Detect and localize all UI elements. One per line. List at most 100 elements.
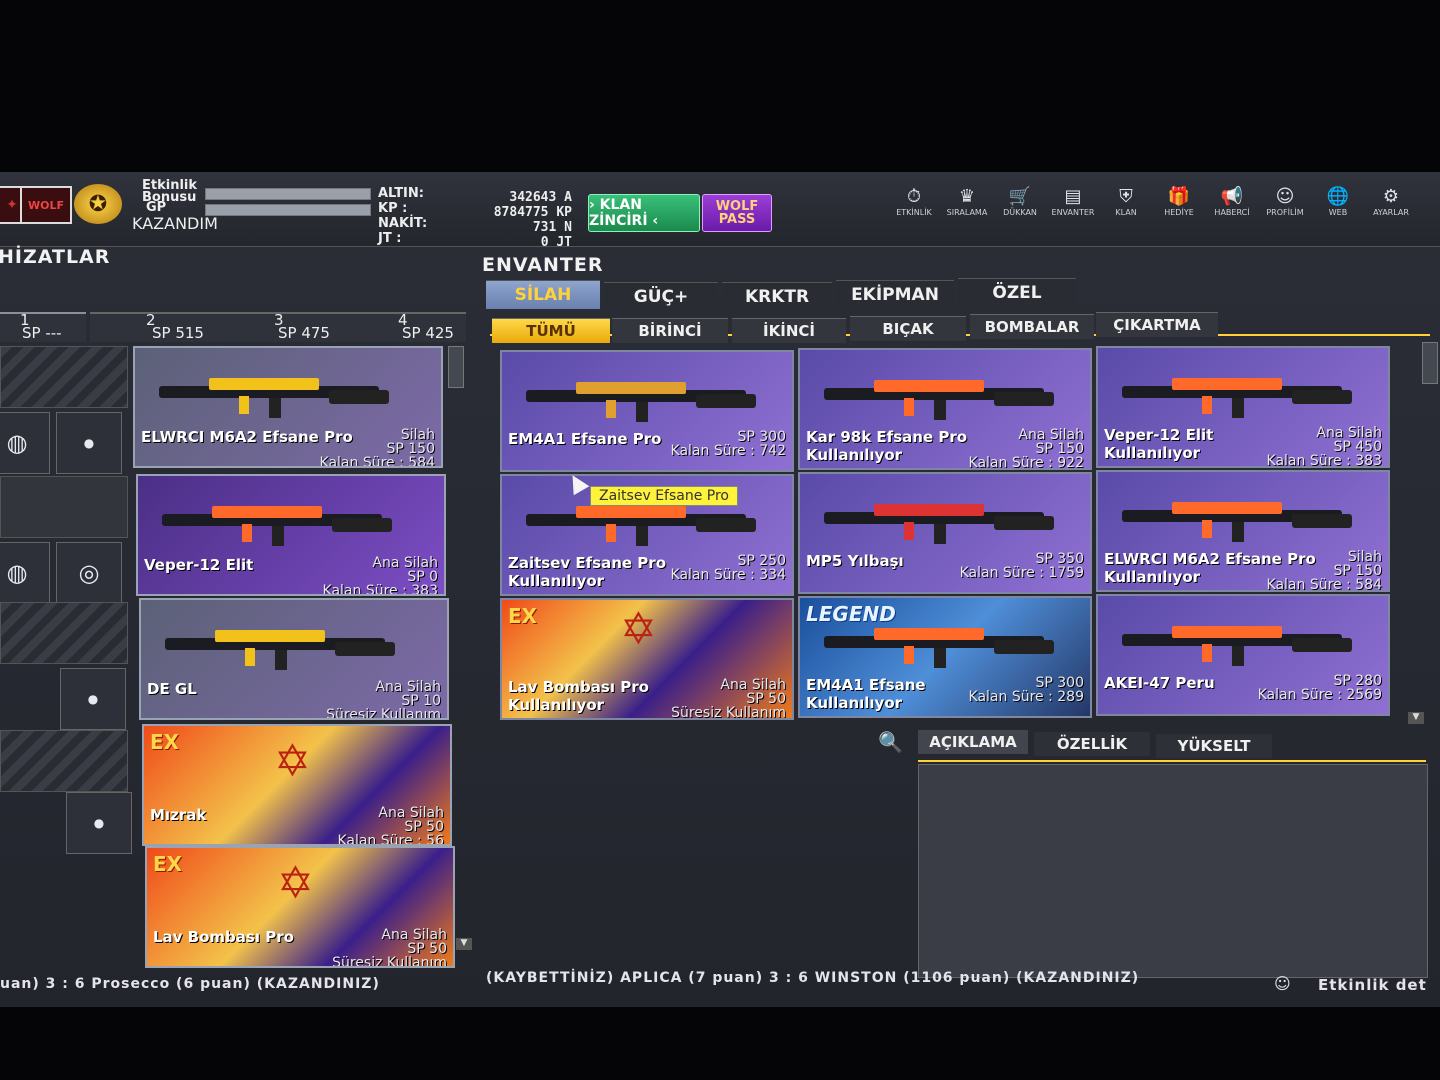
item-time: Kalan Süre : 56 — [337, 833, 444, 846]
inventory-item[interactable]: EM4A1 Efsane Pro SP 300 Kalan Süre : 742 — [500, 350, 794, 472]
ammo-icon[interactable]: ◍ — [0, 542, 50, 604]
tab-ekipman[interactable]: EKİPMAN — [836, 280, 954, 309]
ticker-left: uan) 3 : 6 Prosecco (6 puan) (KAZANDINIZ… — [0, 976, 380, 992]
nav-label: ETKİNLİK — [896, 208, 932, 217]
item-type: Ana Silah — [720, 677, 786, 693]
inventory-item[interactable]: MP5 Yılbaşı SP 350 Kalan Süre : 1759 — [798, 472, 1092, 594]
ticker-right[interactable]: Etkinlik det — [1318, 976, 1427, 994]
slot-1[interactable]: 1 SP --- — [0, 312, 86, 342]
item-sp: SP 300 — [1035, 675, 1084, 691]
altin-label: ALTIN: — [378, 186, 424, 201]
item-type: Ana Silah — [378, 805, 444, 821]
item-sp: SP 250 — [737, 553, 786, 569]
in-use-label: Kullanılıyor — [806, 446, 903, 464]
subtab-bombalar[interactable]: BOMBALAR — [970, 314, 1094, 339]
slot-2-sp: SP 515 — [152, 324, 204, 342]
inventory-item[interactable]: ELWRCI M6A2 Efsane Pro Silah SP 150 Kalan S… — [1096, 470, 1390, 592]
inventory-item[interactable]: Veper-12 Elit Ana Silah SP 450 Kalan Süre :… — [1096, 346, 1390, 468]
item-name: EM4A1 Efsane Pro — [508, 430, 662, 448]
wolf-emblem[interactable]: WOLF — [20, 186, 72, 224]
item-tooltip: Zaitsev Efsane Pro — [590, 486, 738, 506]
dot-icon[interactable]: ● — [66, 792, 132, 854]
weapon-image — [162, 506, 392, 546]
inventory-item[interactable]: LEGEND EM4A1 Efsane SP 300 Kalan Süre : 289… — [798, 596, 1092, 718]
klan-zinciri-button[interactable]: › KLAN ZİNCİRİ ‹ — [588, 194, 700, 232]
tab-guc[interactable]: GÜÇ+ — [604, 282, 718, 311]
dot-icon[interactable]: ● — [60, 668, 126, 730]
nav-cart[interactable]: 🛒 DÜKKAN — [992, 186, 1048, 217]
loadout-card[interactable]: EX ✡ Lav Bombası Pro Ana Silah SP 50 Süresiz … — [145, 846, 455, 968]
item-name: Kar 98k Efsane Pro — [806, 428, 968, 446]
cart-icon: 🛒 — [1008, 186, 1032, 207]
nav-globe[interactable]: 🌐 WEB — [1310, 186, 1366, 217]
weapon-image — [824, 628, 1054, 668]
grenade-icon: ✡ — [620, 604, 657, 655]
detail-divider — [918, 760, 1426, 762]
nakit-label: NAKİT: — [378, 216, 428, 231]
item-sp: SP 300 — [737, 429, 786, 445]
tab-aciklama[interactable]: AÇIKLAMA — [918, 730, 1028, 754]
scroll-down-icon[interactable]: ▼ — [456, 938, 472, 950]
item-name: Lav Bombası Pro — [508, 678, 649, 696]
slot-1-sp: SP --- — [22, 324, 62, 342]
inventory-item[interactable]: EX ✡ Lav Bombası Pro Ana Silah SP 50 Süresiz … — [500, 598, 794, 720]
user-icon[interactable]: ☺ — [1274, 974, 1292, 993]
item-name: EM4A1 Efsane — [806, 676, 926, 694]
nav-wolf[interactable]: ♛ SIRALAMA — [939, 186, 995, 217]
tab-krktr[interactable]: KRKTR — [722, 282, 832, 311]
item-time: Kalan Süre : 584 — [319, 455, 435, 468]
nav-gift[interactable]: 🎁 HEDİYE — [1151, 186, 1207, 217]
ammo-icon[interactable]: ◍ — [0, 412, 50, 474]
gear-icon: ⚙ — [1382, 186, 1400, 207]
loadout-card[interactable]: Veper-12 Elit Ana Silah SP 0 Kalan Süre : 3… — [136, 474, 446, 596]
inventory-scrollbar[interactable] — [1422, 342, 1438, 384]
nav-megaphone[interactable]: 📢 HABERCİ — [1204, 186, 1260, 217]
item-sp: SP 50 — [404, 819, 444, 835]
dot-icon[interactable]: ● — [56, 412, 122, 474]
inventory-item[interactable]: AKEI-47 Peru SP 280 Kalan Süre : 2569 — [1096, 594, 1390, 716]
loadout-scrollbar[interactable] — [448, 346, 464, 388]
subtab-ikinci[interactable]: İKİNCİ — [732, 318, 846, 343]
subtab-tumu[interactable]: TÜMÜ — [492, 318, 610, 343]
game-screen: ✦ WOLF ✪ Etkinlik Bonusu GP KAZANDIM ALT… — [0, 172, 1440, 1007]
tab-ozellik[interactable]: ÖZELLİK — [1034, 732, 1150, 756]
ex-badge: EX — [153, 852, 183, 876]
loadout-card[interactable]: EX ✡ Mızrak Ana Silah SP 50 Kalan Süre : 56 — [142, 724, 452, 846]
currency-values: 342643 A 8784775 KP 731 N 0 JT — [440, 190, 572, 250]
slot-4[interactable]: 4 SP 425 — [346, 312, 466, 342]
tab-ozel[interactable]: ÖZEL — [958, 278, 1076, 307]
nav-gear[interactable]: ⚙ AYARLAR — [1363, 186, 1419, 217]
weapon-image — [824, 504, 1054, 544]
tab-yukselt[interactable]: YÜKSELT — [1156, 734, 1272, 758]
weapon-image — [1122, 502, 1352, 542]
slot-2[interactable]: 2 SP 515 — [90, 312, 218, 342]
item-name: MP5 Yılbaşı — [806, 552, 904, 570]
nav-inventory[interactable]: ▤ ENVANTER — [1045, 186, 1101, 217]
empty-slot — [0, 476, 128, 538]
slot-3[interactable]: 3 SP 475 — [218, 312, 346, 342]
item-time: Kalan Süre : 1759 — [959, 565, 1084, 581]
scroll-down-icon[interactable]: ▼ — [1408, 712, 1424, 724]
item-time: Kalan Süre : 584 — [1266, 577, 1382, 592]
detail-panel — [918, 764, 1428, 978]
subtab-birinci[interactable]: BİRİNCİ — [612, 318, 728, 343]
nav-shield[interactable]: ⛨ KLAN — [1098, 186, 1154, 217]
inventory-item[interactable]: Kar 98k Efsane Pro Ana Silah SP 150 Kalan S… — [798, 348, 1092, 470]
in-use-label: Kullanılıyor — [508, 572, 605, 590]
item-type: Ana Silah — [381, 927, 447, 943]
tab-silah[interactable]: SİLAH — [486, 280, 600, 309]
subtab-bicak[interactable]: BIÇAK — [850, 316, 966, 341]
nav-stopwatch[interactable]: ⏱ ETKİNLİK — [886, 186, 942, 217]
bonus-bar — [205, 188, 371, 200]
weapon-image — [1122, 378, 1352, 418]
subtab-cikartma[interactable]: ÇIKARTMA — [1096, 312, 1218, 337]
nav-profile[interactable]: ☺ PROFİLİM — [1257, 186, 1313, 217]
item-name: Zaitsev Efsane Pro — [508, 554, 667, 572]
wolf-pass-button[interactable]: WOLF PASS — [702, 194, 772, 232]
nakit-value: 731 — [532, 220, 557, 235]
loadout-card[interactable]: ELWRCI M6A2 Efsane Pro Silah SP 150 Kalan S… — [133, 346, 443, 468]
zoom-icon[interactable]: 🔍 — [878, 730, 903, 754]
item-name: DE GL — [147, 680, 197, 698]
target-icon[interactable]: ◎ — [56, 542, 122, 604]
loadout-card[interactable]: DE GL Ana Silah SP 10 Süresiz Kullanım — [139, 598, 449, 720]
